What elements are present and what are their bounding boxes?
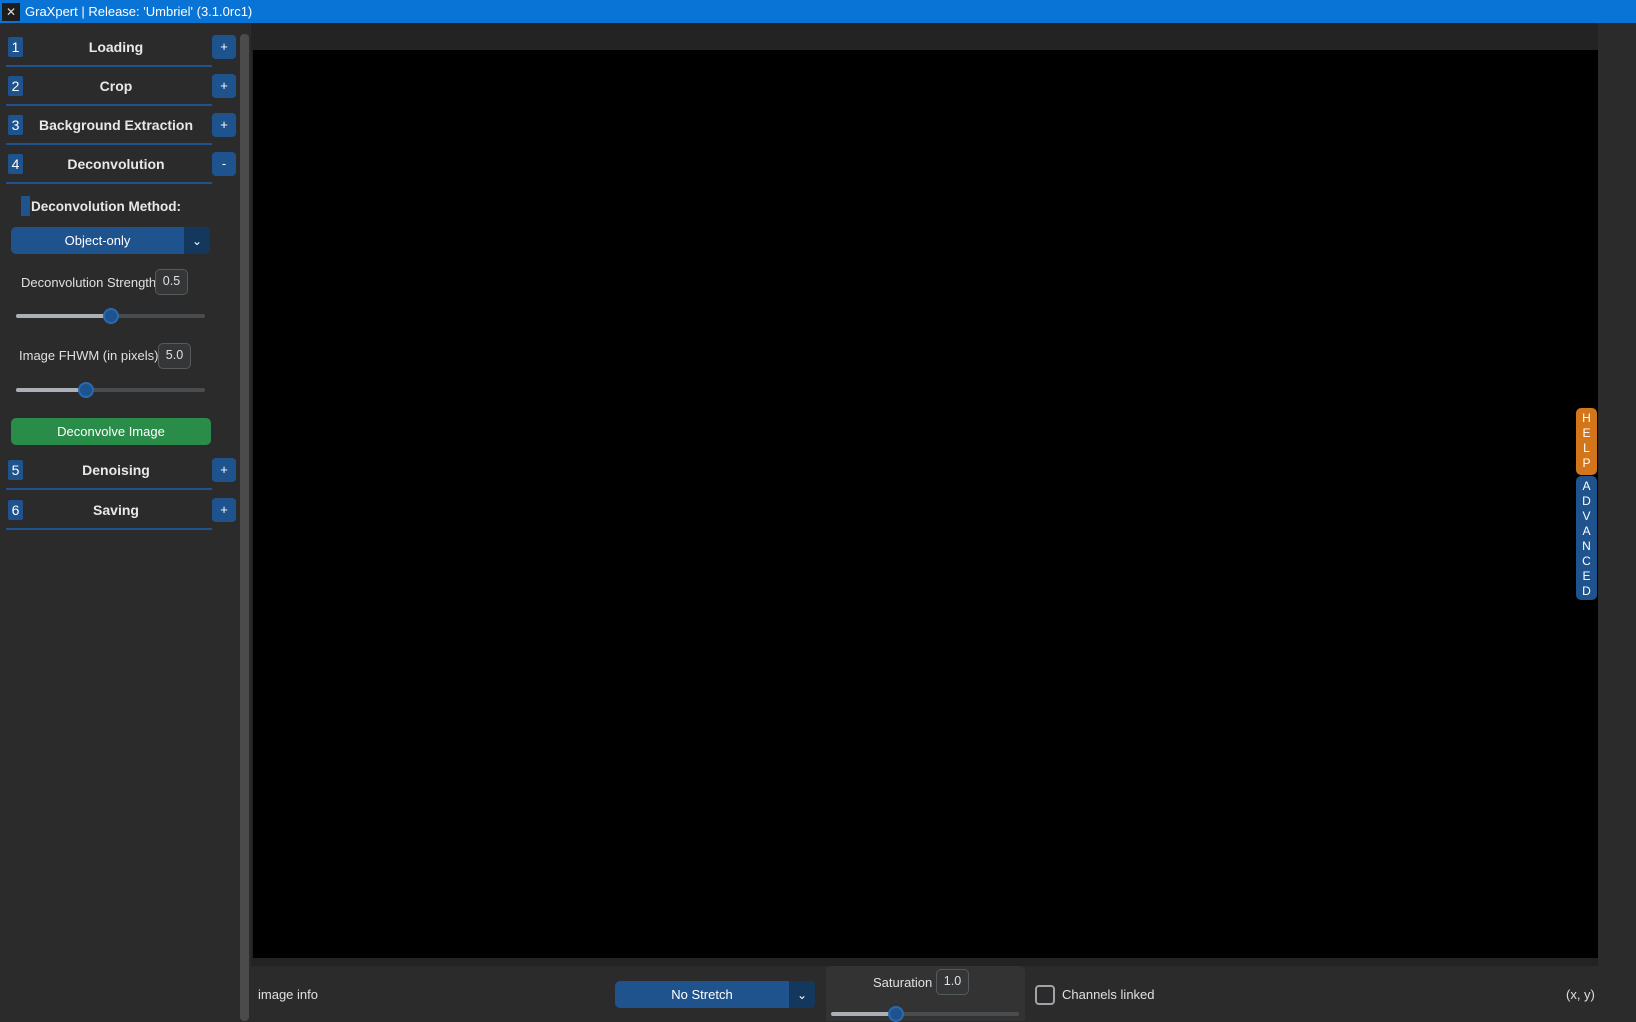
- deconvolve-image-button[interactable]: Deconvolve Image: [11, 418, 211, 445]
- fwhm-slider[interactable]: [16, 382, 205, 398]
- title-bar: ✕ GraXpert | Release: 'Umbriel' (3.1.0rc…: [0, 0, 1636, 23]
- section-crop[interactable]: 2 Crop +: [6, 66, 236, 106]
- slider-knob[interactable]: [102, 308, 119, 324]
- stretch-dropdown[interactable]: No Stretch ⌄: [615, 981, 815, 1008]
- section-denoising[interactable]: 5 Denoising +: [6, 450, 236, 490]
- expand-button-crop[interactable]: +: [212, 74, 236, 98]
- cursor-coordinates: (x, y): [1566, 987, 1595, 1002]
- strength-label: Deconvolution Strength: [21, 275, 157, 290]
- deconvolution-method-label: Deconvolution Method:: [21, 196, 181, 216]
- slider-fill: [16, 388, 87, 392]
- section-title[interactable]: Denoising: [26, 450, 206, 487]
- slider-knob[interactable]: [78, 382, 95, 398]
- advanced-tab[interactable]: ADVANCED: [1576, 476, 1597, 600]
- channels-linked-label: Channels linked: [1062, 987, 1155, 1002]
- fwhm-label: Image FHWM (in pixels): [19, 348, 159, 363]
- section-divider: [6, 182, 212, 184]
- image-info: image info: [258, 987, 318, 1002]
- section-title[interactable]: Saving: [26, 490, 206, 527]
- expand-button-saving[interactable]: +: [212, 498, 236, 522]
- chevron-down-icon[interactable]: ⌄: [789, 981, 815, 1008]
- section-number: 5: [8, 460, 23, 480]
- saturation-slider[interactable]: [831, 1006, 1019, 1022]
- deconvolution-method-dropdown[interactable]: Object-only ⌄: [11, 227, 210, 254]
- saturation-value-field[interactable]: 1.0: [936, 969, 969, 995]
- channels-linked-checkbox[interactable]: [1035, 985, 1055, 1005]
- section-number: 6: [8, 500, 23, 520]
- slider-fill: [831, 1012, 896, 1016]
- sidebar-scrollbar[interactable]: [240, 34, 249, 1021]
- help-tab[interactable]: HELP: [1576, 408, 1597, 475]
- section-title[interactable]: Deconvolution: [26, 144, 206, 181]
- help-tab-label: HELP: [1582, 411, 1591, 470]
- help-marker[interactable]: [21, 196, 30, 216]
- slider-knob[interactable]: [887, 1006, 904, 1022]
- expand-button-background-extraction[interactable]: +: [212, 113, 236, 137]
- section-number: 4: [8, 154, 23, 174]
- right-panel: [1598, 23, 1636, 1021]
- collapse-button-deconvolution[interactable]: -: [212, 152, 236, 176]
- section-saving[interactable]: 6 Saving +: [6, 490, 236, 530]
- section-number: 3: [8, 115, 23, 135]
- image-canvas[interactable]: [253, 50, 1598, 958]
- section-background-extraction[interactable]: 3 Background Extraction +: [6, 105, 236, 145]
- section-title[interactable]: Loading: [26, 27, 206, 64]
- dropdown-value[interactable]: No Stretch: [615, 981, 789, 1008]
- section-title[interactable]: Crop: [26, 66, 206, 103]
- expand-button-loading[interactable]: +: [212, 35, 236, 59]
- section-number: 2: [8, 76, 23, 96]
- advanced-tab-label: ADVANCED: [1582, 479, 1591, 598]
- section-title[interactable]: Background Extraction: [26, 105, 206, 142]
- saturation-label: Saturation: [873, 975, 933, 990]
- section-divider: [6, 528, 212, 530]
- chevron-down-icon[interactable]: ⌄: [184, 227, 210, 254]
- strength-slider[interactable]: [16, 308, 205, 324]
- window-title: GraXpert | Release: 'Umbriel' (3.1.0rc1): [25, 4, 253, 19]
- fwhm-value-field[interactable]: 5.0: [158, 343, 191, 369]
- strength-value-field[interactable]: 0.5: [155, 269, 188, 295]
- section-loading[interactable]: 1 Loading +: [6, 27, 236, 67]
- slider-fill: [16, 314, 111, 318]
- expand-button-denoising[interactable]: +: [212, 458, 236, 482]
- section-deconvolution[interactable]: 4 Deconvolution -: [6, 144, 236, 184]
- graxpert-logo-icon: ✕: [2, 2, 20, 21]
- dropdown-value[interactable]: Object-only: [11, 227, 184, 254]
- section-number: 1: [8, 37, 23, 57]
